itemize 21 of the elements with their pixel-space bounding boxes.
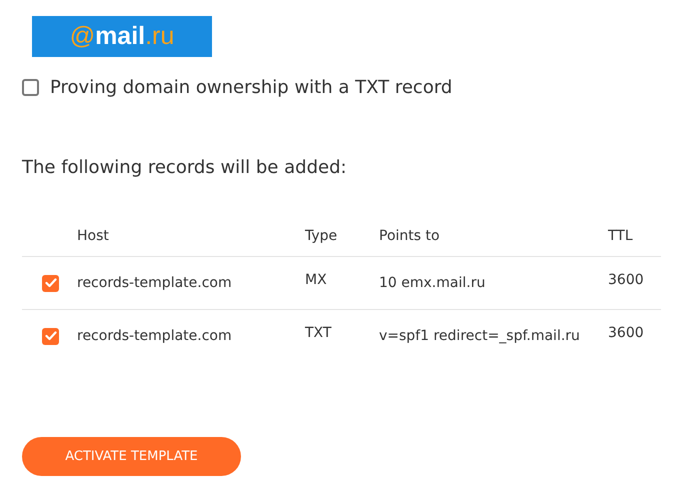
table-cell-text: 10 emx.mail.ru [379,275,486,291]
logo: @mail.ru [32,16,212,57]
column-header: Points to [379,228,441,244]
checkbox[interactable] [42,274,59,292]
table-cell-text: MX [305,272,328,288]
column-header: TTL [608,228,634,244]
table-cell-text: 3600 [608,272,645,288]
section-heading: The following records will be added: [22,157,348,178]
check-icon [44,278,56,288]
table-cell-text: records-template.com [77,328,233,344]
table-cell-text: records-template.com [77,275,233,291]
activate-template-button[interactable]: ACTIVATE TEMPLATE [22,437,241,476]
check-icon [44,331,56,341]
column-header: Host [77,228,110,244]
table-cell-text: v=spf1 redirect=_spf.mail.ru [379,328,581,344]
checkbox[interactable] [22,79,39,96]
checkbox[interactable] [42,328,59,344]
table-cell-text: TXT [305,325,332,341]
table-cell-text: 3600 [608,325,645,341]
checkbox-label: Proving domain ownership with a TXT record [50,77,452,98]
column-header: Type [305,228,338,244]
